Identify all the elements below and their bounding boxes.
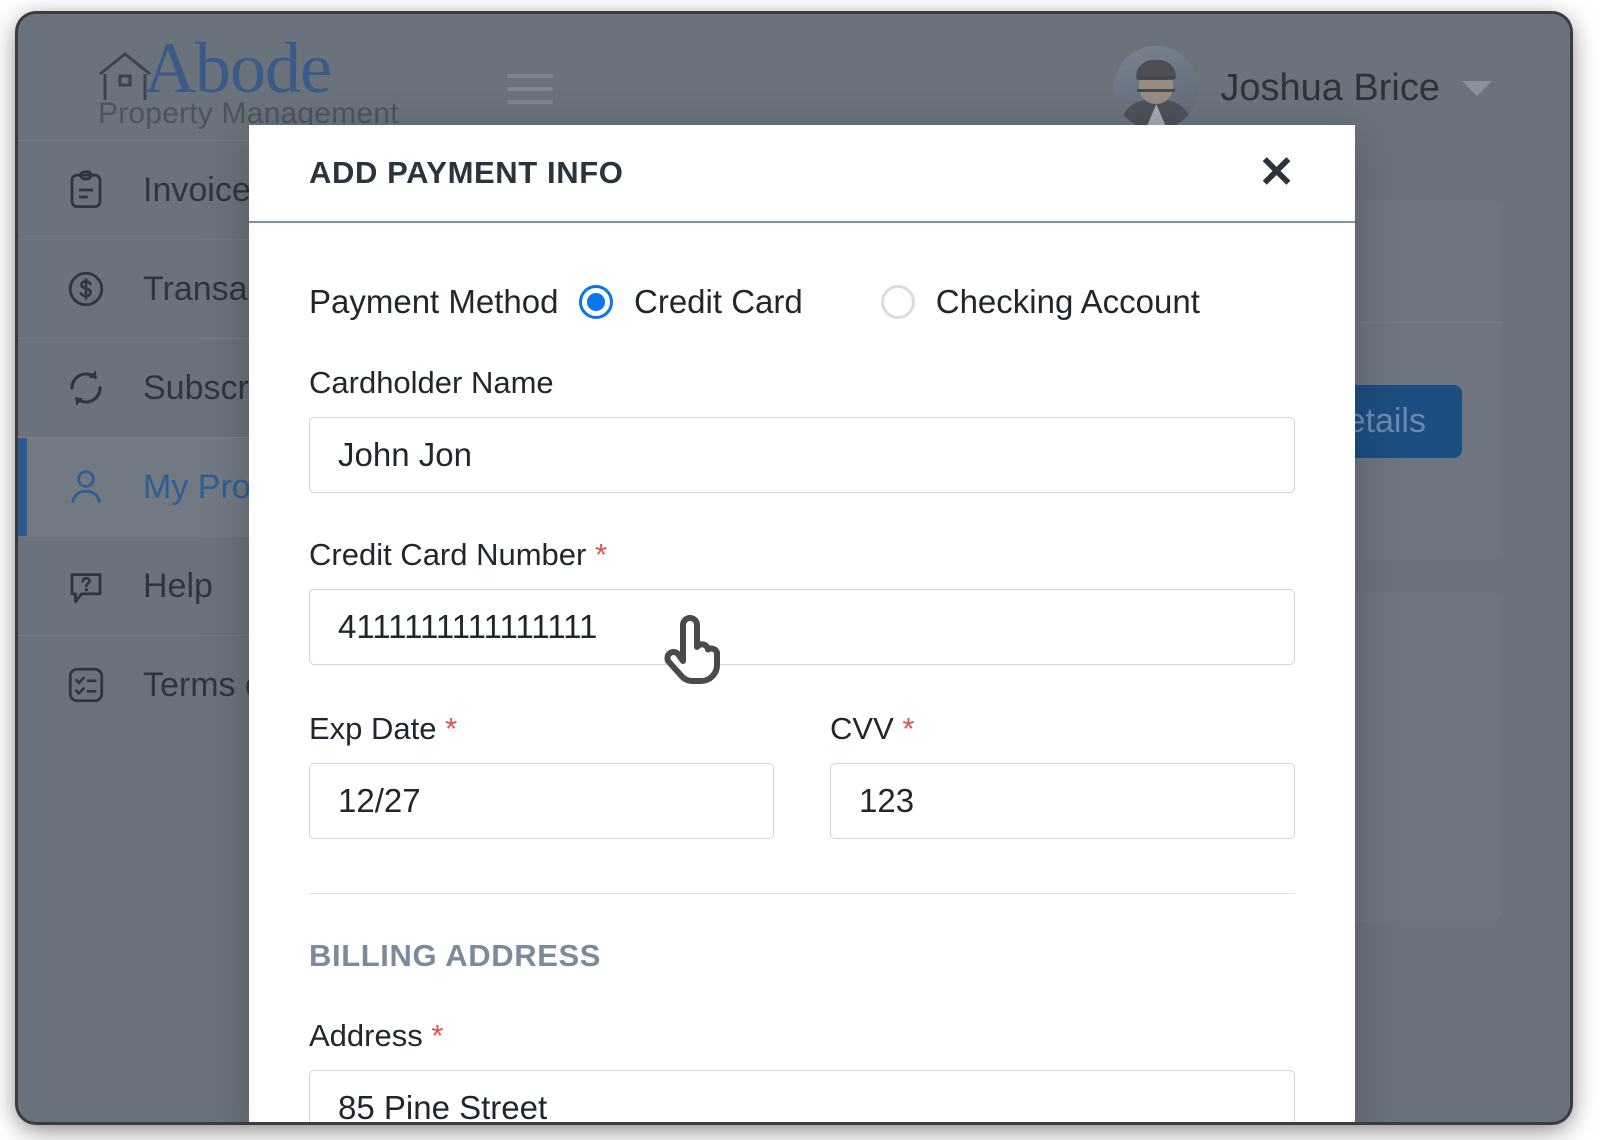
field-exp-date: Exp Date * 12/27 <box>309 711 774 839</box>
cvv-label: CVV * <box>830 711 1295 747</box>
app-window: Abode Property Management Joshua Brice I… <box>18 14 1570 1122</box>
user-menu[interactable]: Joshua Brice <box>1114 46 1492 130</box>
exp-date-input[interactable]: 12/27 <box>309 763 774 839</box>
field-credit-card-number: Credit Card Number * 4111111111111111 <box>309 537 1295 665</box>
field-cardholder-name: Cardholder Name John Jon <box>309 365 1295 493</box>
hamburger-menu-icon[interactable] <box>507 74 553 108</box>
label-text: Cardholder Name <box>309 365 554 400</box>
required-marker: * <box>431 1018 444 1053</box>
modal-title: ADD PAYMENT INFO <box>309 155 624 190</box>
required-marker: * <box>445 711 458 746</box>
brand-logo[interactable]: Abode Property Management <box>96 30 426 130</box>
billing-address-heading: BILLING ADDRESS <box>309 938 602 973</box>
brand-name: Abode <box>144 28 332 108</box>
section-divider <box>309 893 1295 894</box>
cardholder-name-label: Cardholder Name <box>309 365 1295 401</box>
cardholder-name-input[interactable]: John Jon <box>309 417 1295 493</box>
radio-checking-account-dot[interactable] <box>880 285 915 319</box>
radio-credit-card[interactable]: Credit Card <box>579 283 803 321</box>
question-chat-icon <box>70 573 102 604</box>
app-header: Abode Property Management Joshua Brice <box>18 14 1570 140</box>
checklist-icon <box>68 667 104 703</box>
required-marker: * <box>595 537 608 572</box>
radio-checking-account-label: Checking Account <box>935 283 1200 320</box>
user-icon <box>71 470 101 503</box>
modal-header: ADD PAYMENT INFO ✕ <box>249 125 1355 223</box>
credit-card-number-label: Credit Card Number * <box>309 537 1295 573</box>
label-text: CVV <box>830 711 894 746</box>
label-text: Address <box>309 1018 423 1053</box>
field-cvv: CVV * 123 <box>830 711 1295 839</box>
label-text: Credit Card Number <box>309 537 587 572</box>
radio-checking-account[interactable]: Checking Account <box>880 283 1200 321</box>
close-x-icon[interactable]: ✕ <box>1258 151 1295 195</box>
exp-cvv-row: Exp Date * 12/27 CVV * 123 <box>309 711 1295 839</box>
radio-credit-card-label: Credit Card <box>634 283 803 320</box>
chevron-down-icon[interactable] <box>1462 80 1492 96</box>
add-payment-info-modal: ADD PAYMENT INFO ✕ Payment Method Credit… <box>249 125 1355 1122</box>
exp-date-label: Exp Date * <box>309 711 774 747</box>
address-input[interactable]: 85 Pine Street <box>309 1070 1295 1122</box>
modal-body: Payment Method Credit Card Checking Acco… <box>249 283 1355 1122</box>
refresh-icon <box>70 370 102 406</box>
address-label: Address * <box>309 1018 1295 1054</box>
dollar-coin-icon <box>68 271 104 307</box>
clipboard-icon <box>70 170 102 209</box>
payment-method-label: Payment Method <box>309 283 559 320</box>
cvv-input[interactable]: 123 <box>830 763 1295 839</box>
user-name: Joshua Brice <box>1220 66 1440 109</box>
required-marker: * <box>902 711 915 746</box>
radio-credit-card-dot[interactable] <box>579 285 613 319</box>
label-text: Exp Date <box>309 711 437 746</box>
field-address: Address * 85 Pine Street <box>309 1018 1295 1122</box>
payment-method-row: Payment Method Credit Card Checking Acco… <box>309 283 1295 321</box>
avatar[interactable] <box>1114 46 1199 130</box>
credit-card-number-input[interactable]: 4111111111111111 <box>309 589 1295 665</box>
sidebar-item-label: Help <box>143 566 213 605</box>
